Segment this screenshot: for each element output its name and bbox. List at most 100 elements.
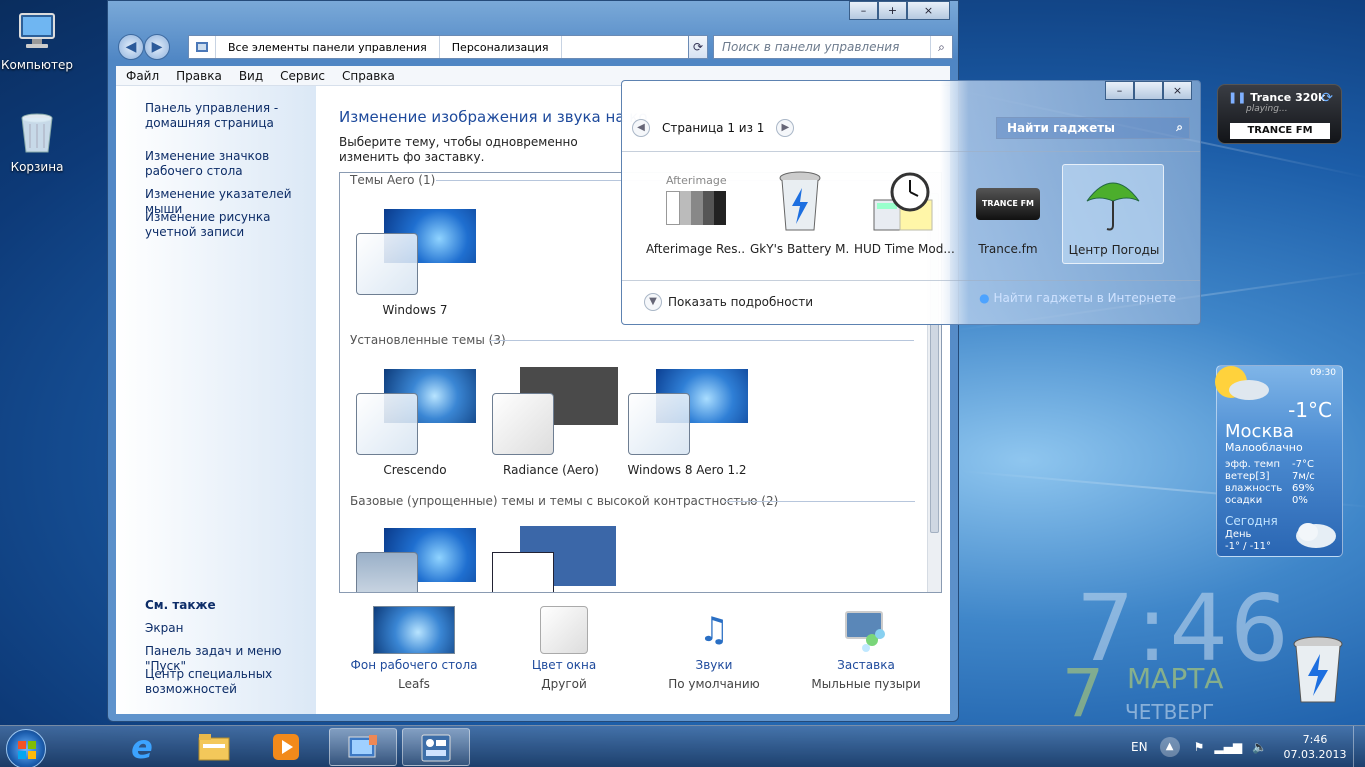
theme-high-contrast[interactable]: [486, 518, 616, 592]
desktop-background-value: Leafs: [398, 677, 430, 691]
gadgets-close-button[interactable]: ×: [1163, 81, 1192, 100]
trance-station: ❚❚ Trance 320k: [1228, 91, 1325, 104]
menu-edit[interactable]: Правка: [176, 69, 222, 83]
taskbar-clock[interactable]: 7:46 07.03.2013: [1277, 732, 1353, 762]
weather-row-key: влажность: [1225, 483, 1283, 494]
gadget-trance-fm[interactable]: TRANCE FM Trance.fm: [958, 164, 1058, 264]
desktop-icon-recycle-bin[interactable]: Корзина: [0, 110, 74, 174]
desktop-background-option[interactable]: Фон рабочего стола Leafs: [344, 606, 484, 691]
link-control-panel-home[interactable]: Панель управления - домашняя страница: [145, 101, 320, 131]
maximize-button[interactable]: +: [878, 1, 907, 20]
back-button[interactable]: ◀: [118, 34, 144, 60]
menu-file[interactable]: Файл: [126, 69, 159, 83]
weather-row-value: 69%: [1292, 483, 1315, 494]
minimize-button[interactable]: –: [849, 1, 878, 20]
show-desktop-button[interactable]: [1353, 726, 1365, 767]
gadgets-minimize-button[interactable]: –: [1105, 81, 1134, 100]
theme-windows7[interactable]: Windows 7: [350, 199, 480, 317]
menu-view[interactable]: Вид: [239, 69, 263, 83]
media-player-icon: [273, 734, 299, 760]
screensaver-value: Мыльные пузыри: [811, 677, 921, 691]
show-details-toggle[interactable]: ▼ Показать подробности: [644, 293, 813, 311]
taskbar-media-player[interactable]: [252, 728, 320, 766]
window-color-option[interactable]: Цвет окна Другой: [494, 606, 634, 691]
screensaver-label[interactable]: Заставка: [796, 658, 936, 672]
link-change-desktop-icons[interactable]: Изменение значков рабочего стола: [145, 149, 320, 179]
weather-range: -1° / -11°: [1225, 541, 1272, 552]
link-change-account-picture[interactable]: Изменение рисунка учетной записи: [145, 210, 320, 240]
weather-row-key: ветер[3]: [1225, 471, 1270, 482]
gadgets-icon: [421, 734, 451, 762]
theme-crescendo[interactable]: Crescendo: [350, 359, 480, 477]
weather-today: Сегодня: [1225, 514, 1278, 528]
taskbar-explorer[interactable]: [180, 728, 248, 766]
taskbar-date: 07.03.2013: [1283, 748, 1347, 761]
volume-icon[interactable]: 🔈: [1252, 740, 1267, 754]
sounds-label[interactable]: Звуки: [644, 658, 784, 672]
network-icon[interactable]: ▂▄▆: [1214, 740, 1242, 754]
clock-calculator-icon: [873, 172, 933, 231]
start-button[interactable]: [6, 729, 46, 767]
gadget-label: Trance.fm: [978, 242, 1038, 256]
find-gadgets-input[interactable]: Найти гаджеты ⌕: [996, 117, 1190, 139]
left-navigation-pane: Панель управления - домашняя страница Из…: [116, 86, 316, 714]
theme-window-thumb: [356, 233, 418, 295]
search-input[interactable]: Поиск в панели управления ⌕: [713, 35, 953, 59]
theme-label: Crescendo: [383, 463, 447, 477]
refresh-icon[interactable]: ⟳: [1321, 90, 1333, 106]
gadget-battery-meter[interactable]: GkY's Battery M...: [750, 164, 850, 264]
screensaver-icon: [842, 606, 890, 654]
trance-radio-gadget[interactable]: ❚❚ Trance 320k ⟳ playing... TRANCE FM: [1217, 84, 1342, 144]
link-ease-of-access[interactable]: Центр специальных возможностей: [145, 667, 320, 697]
address-bar[interactable]: Все элементы панели управления Персонали…: [188, 35, 706, 59]
close-button[interactable]: ×: [907, 1, 950, 20]
breadcrumb-all-items[interactable]: Все элементы панели управления: [216, 36, 440, 58]
gadgets-pager: ◀ Страница 1 из 1 ▶: [632, 119, 795, 137]
cloud-icon: [1292, 516, 1338, 552]
theme-radiance[interactable]: Radiance (Aero): [486, 359, 618, 477]
gadgets-maximize-button[interactable]: [1134, 81, 1163, 100]
link-display[interactable]: Экран: [145, 621, 320, 636]
search-icon[interactable]: ⌕: [930, 36, 952, 58]
breadcrumb-personalization[interactable]: Персонализация: [440, 36, 562, 58]
group-divider: [725, 501, 915, 502]
gadgets-window: – × ◀ Страница 1 из 1 ▶ Найти гаджеты ⌕ …: [621, 80, 1201, 325]
theme-windows8-aero[interactable]: Windows 8 Aero 1.2: [622, 359, 752, 477]
battery-gadget[interactable]: [1290, 636, 1346, 706]
find-gadgets-search-icon[interactable]: ⌕: [1176, 120, 1183, 135]
window-color-label[interactable]: Цвет окна: [494, 658, 634, 672]
window-color-value: Другой: [541, 677, 587, 691]
gadget-weather-center[interactable]: Центр Погоды: [1062, 164, 1164, 264]
gadgets-gallery: Afterimage Afterimage Res... GkY's Batte…: [622, 151, 1200, 281]
sun-icon: [1213, 364, 1271, 408]
show-hidden-icons-button[interactable]: ▲: [1159, 737, 1180, 757]
refresh-button[interactable]: ⟳: [688, 35, 708, 59]
forward-button[interactable]: ▶: [144, 34, 170, 60]
system-tray: EN ▲ ⚑ ▂▄▆ 🔈 7:46 07.03.2013: [1131, 726, 1365, 767]
desktop-icon-label: Компьютер: [1, 58, 73, 72]
theme-windows7-basic[interactable]: [350, 518, 480, 592]
pager-next-button[interactable]: ▶: [776, 119, 795, 137]
desktop-icon-computer[interactable]: Компьютер: [0, 8, 74, 72]
screensaver-option[interactable]: Заставка Мыльные пузыри: [796, 606, 936, 691]
sounds-option[interactable]: ♫ Звуки По умолчанию: [644, 606, 784, 691]
taskbar-gadgets[interactable]: [402, 728, 470, 766]
pause-icon[interactable]: ❚❚: [1228, 91, 1246, 104]
search-placeholder: Поиск в панели управления: [722, 40, 900, 54]
gadget-afterimage[interactable]: Afterimage Afterimage Res...: [646, 164, 746, 264]
menu-help[interactable]: Справка: [342, 69, 395, 83]
chevron-down-icon: ▼: [644, 293, 662, 311]
find-gadgets-online-link[interactable]: ● Найти гаджеты в Интернете: [979, 291, 1176, 305]
gadget-hud-time[interactable]: HUD Time Mod...: [854, 164, 954, 264]
action-center-icon[interactable]: ⚑: [1194, 740, 1205, 754]
language-indicator[interactable]: EN: [1131, 740, 1148, 754]
desktop-background-label[interactable]: Фон рабочего стола: [344, 658, 484, 672]
internet-explorer-icon: e: [131, 728, 153, 766]
weather-condition: Малооблачно: [1225, 441, 1303, 454]
weather-gadget[interactable]: 09:30 -1°C Москва Малооблачно эфф. темп -…: [1213, 364, 1343, 557]
windows-logo-icon: [18, 741, 36, 759]
pager-prev-button[interactable]: ◀: [632, 119, 650, 137]
taskbar-internet-explorer[interactable]: e: [108, 728, 176, 766]
menu-tools[interactable]: Сервис: [280, 69, 325, 83]
taskbar-control-panel[interactable]: [329, 728, 397, 766]
